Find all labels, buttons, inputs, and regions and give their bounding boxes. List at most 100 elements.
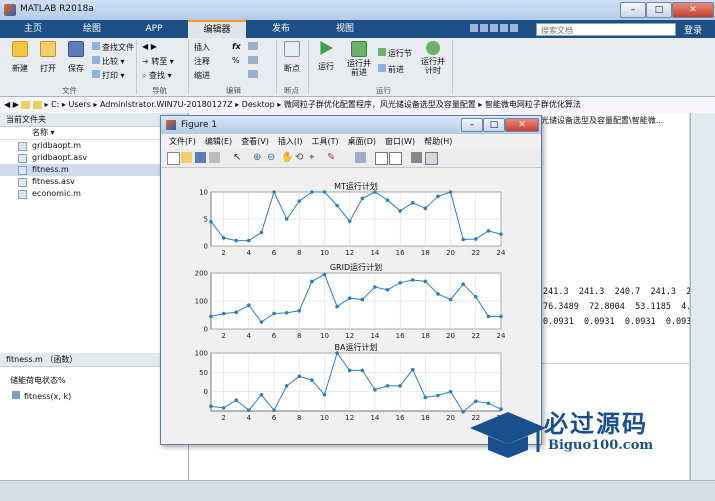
menu-help[interactable]: 帮助(H) bbox=[424, 137, 452, 146]
path-admin[interactable]: Administrator.WIN7U-20180127Z bbox=[100, 100, 233, 109]
advance-button[interactable]: 前进 bbox=[378, 64, 404, 75]
menu-tools[interactable]: 工具(T) bbox=[311, 137, 338, 146]
indent-right-icon[interactable] bbox=[248, 70, 258, 78]
link-plot-icon[interactable] bbox=[355, 152, 366, 163]
tab-editor[interactable]: 编辑器 bbox=[188, 20, 246, 38]
insert-button[interactable]: 插入 bbox=[194, 42, 210, 53]
fig-close-button[interactable]: ✕ bbox=[505, 118, 539, 132]
x-tick-label: 16 bbox=[396, 249, 405, 257]
fx-button[interactable]: fx bbox=[232, 42, 241, 51]
data-point bbox=[373, 387, 377, 392]
back-icon[interactable]: ◀ bbox=[4, 100, 10, 109]
print-figure-icon[interactable] bbox=[209, 152, 220, 163]
find-files-button[interactable]: 查找文件 bbox=[92, 42, 134, 53]
breakpoints-button[interactable]: 断点 bbox=[278, 41, 306, 74]
open-button[interactable]: 打开 bbox=[34, 41, 62, 74]
new-figure-icon[interactable] bbox=[167, 152, 180, 165]
y-tick-label: 5 bbox=[204, 216, 208, 224]
find-button[interactable]: ⌕ 查找 ▾ bbox=[142, 70, 172, 81]
tab-publish[interactable]: 发布 bbox=[252, 20, 310, 38]
divider bbox=[136, 40, 137, 94]
save-button[interactable]: 保存 bbox=[62, 41, 90, 74]
group-navigate: 导航 bbox=[152, 86, 167, 95]
figure-title-bar[interactable]: Figure 1 – □ ✕ bbox=[161, 116, 541, 134]
data-point bbox=[209, 314, 213, 319]
zoom-out-icon[interactable]: ⊖ bbox=[267, 152, 278, 163]
qat-redo-icon[interactable] bbox=[510, 24, 518, 32]
menu-view[interactable]: 查看(V) bbox=[241, 137, 269, 146]
menu-window[interactable]: 窗口(W) bbox=[385, 137, 415, 146]
qat-save-icon[interactable] bbox=[470, 24, 478, 32]
editor-tab-path[interactable]: 光储设备选型及容量配置\智能微... bbox=[541, 115, 663, 126]
figure-window: Figure 1 – □ ✕ 文件(F) 编辑(E) 查看(V) 插入(I) 工具(T)… bbox=[160, 115, 542, 445]
run-and-time-button[interactable]: 运行并 计时 bbox=[418, 41, 448, 75]
open-file-icon[interactable] bbox=[181, 152, 192, 163]
run-section-label: 运行节 bbox=[388, 49, 412, 58]
wrap-icon[interactable] bbox=[248, 56, 258, 64]
colorbar-icon[interactable] bbox=[375, 152, 388, 165]
percent-button[interactable]: % bbox=[232, 56, 240, 65]
x-tick-label: 8 bbox=[297, 249, 301, 257]
compare-icon bbox=[92, 56, 100, 64]
minimize-button[interactable]: – bbox=[620, 2, 646, 18]
legend-icon[interactable] bbox=[389, 152, 402, 165]
run-section-button[interactable]: 运行节 bbox=[378, 48, 412, 59]
new-button[interactable]: 新建 bbox=[6, 41, 34, 74]
fig-maximize-button[interactable]: □ bbox=[483, 118, 505, 132]
tab-home[interactable]: 主页 bbox=[8, 20, 58, 38]
save-figure-icon[interactable] bbox=[195, 152, 206, 163]
data-point bbox=[234, 238, 239, 243]
file-name: fitness.m bbox=[32, 165, 69, 174]
login-link[interactable]: 登录 bbox=[684, 23, 702, 36]
brush-icon[interactable]: ✎ bbox=[327, 152, 338, 163]
maximize-button[interactable]: □ bbox=[646, 2, 672, 18]
data-point bbox=[398, 209, 402, 213]
qat-copy-icon[interactable] bbox=[490, 24, 498, 32]
tab-plots[interactable]: 绘图 bbox=[64, 20, 120, 38]
path-current[interactable]: 智能微电网粒子群优化算法 bbox=[485, 100, 581, 109]
indent-button[interactable]: 缩进 bbox=[194, 70, 210, 81]
tab-view[interactable]: 视图 bbox=[316, 20, 374, 38]
folder-up-icon[interactable] bbox=[21, 100, 31, 109]
print-button[interactable]: 打印 ▾ bbox=[92, 70, 125, 81]
comment-button[interactable]: 注释 bbox=[194, 56, 210, 67]
x-tick-label: 10 bbox=[320, 249, 329, 257]
path-users[interactable]: Users bbox=[68, 100, 90, 109]
path-project[interactable]: 微网粒子群优化配置程序，风光储设备选型及容量配置 bbox=[284, 100, 476, 109]
pointer-icon[interactable]: ↖ bbox=[233, 152, 244, 163]
zoom-in-icon[interactable]: ⊕ bbox=[253, 152, 264, 163]
path-drive[interactable]: C: bbox=[51, 100, 59, 109]
save-label: 保存 bbox=[68, 64, 84, 73]
menu-file[interactable]: 文件(F) bbox=[169, 137, 196, 146]
close-button[interactable]: ✕ bbox=[672, 2, 714, 18]
back-forward-buttons[interactable]: ◀ ▶ bbox=[142, 42, 157, 51]
browse-icon[interactable] bbox=[32, 100, 42, 109]
rotate-icon[interactable]: ⟲ bbox=[295, 152, 306, 163]
fig-minimize-button[interactable]: – bbox=[461, 118, 483, 132]
forward-icon[interactable]: ▶ bbox=[13, 100, 19, 109]
qat-undo-icon[interactable] bbox=[500, 24, 508, 32]
address-bar[interactable]: ◀ ▶ ▸ C: ▸ Users ▸ Administrator.WIN7U-2… bbox=[0, 97, 715, 114]
run-button[interactable]: 运行 bbox=[312, 41, 340, 72]
run-and-advance-button[interactable]: 运行并 前进 bbox=[344, 41, 374, 77]
title-bar: MATLAB R2018a – □ ✕ bbox=[0, 0, 715, 21]
menu-edit[interactable]: 编辑(E) bbox=[205, 137, 232, 146]
qat-cut-icon[interactable] bbox=[480, 24, 488, 32]
data-point bbox=[335, 203, 339, 208]
path-desktop[interactable]: Desktop bbox=[242, 100, 275, 109]
goto-button[interactable]: ➜ 转至 ▾ bbox=[142, 56, 174, 67]
search-docs-input[interactable]: 搜索文档 bbox=[536, 23, 676, 36]
hide-tools-icon[interactable] bbox=[411, 152, 422, 163]
format-icon[interactable] bbox=[248, 42, 258, 50]
data-point bbox=[310, 279, 314, 284]
tab-apps[interactable]: APP bbox=[126, 20, 182, 38]
menu-insert[interactable]: 插入(I) bbox=[278, 137, 303, 146]
details-description: 储能荷电状态% bbox=[10, 376, 66, 385]
run-icon bbox=[320, 41, 333, 55]
pan-icon[interactable]: ✋ bbox=[281, 152, 293, 163]
compare-button[interactable]: 比较 ▾ bbox=[92, 56, 125, 67]
data-cursor-icon[interactable]: ⌖ bbox=[309, 152, 320, 163]
menu-desktop[interactable]: 桌面(D) bbox=[348, 137, 376, 146]
data-point bbox=[209, 404, 213, 409]
show-tools-icon[interactable] bbox=[425, 152, 438, 165]
